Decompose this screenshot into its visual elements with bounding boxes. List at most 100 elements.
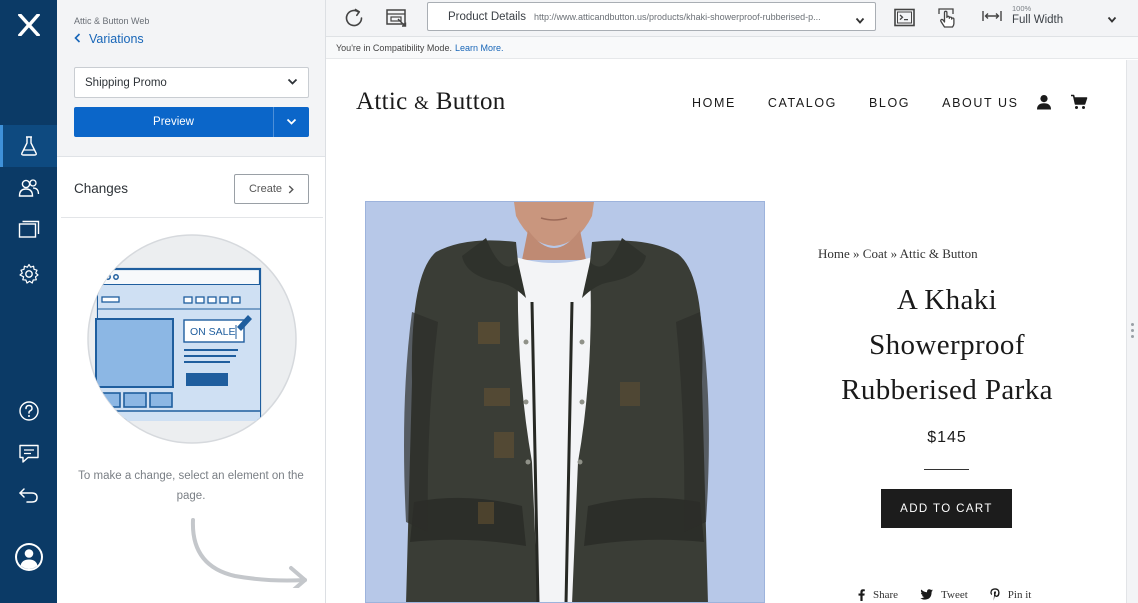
- preview-button[interactable]: Preview: [74, 107, 273, 137]
- cart-icon[interactable]: [1070, 94, 1088, 115]
- create-change-button[interactable]: Create: [234, 174, 309, 204]
- site-preview: Attic & Button HOME CATALOG BLOG ABOUT U…: [326, 60, 1126, 603]
- share-label: Pin it: [1007, 588, 1032, 601]
- rail-item-experiments[interactable]: [0, 125, 57, 167]
- logo-x-icon: [17, 14, 40, 36]
- edit-page-illustration: ON SALE: [87, 234, 297, 444]
- rail-item-settings[interactable]: [0, 253, 57, 295]
- breadcrumb-separator: »: [890, 246, 898, 261]
- product-price[interactable]: $145: [788, 429, 1106, 447]
- variation-select[interactable]: Shipping Promo: [74, 67, 309, 98]
- brand-ampersand: &: [414, 93, 430, 114]
- back-to-variations-link[interactable]: Variations: [74, 32, 144, 46]
- feedback-icon: [18, 444, 39, 463]
- help-icon: [18, 401, 39, 421]
- changes-heading: Changes: [74, 181, 129, 196]
- social-share: Share Tweet Pin it: [858, 588, 1031, 601]
- nav-home[interactable]: HOME: [692, 96, 736, 110]
- panel-header: Attic & Button Web Variations Shipping P…: [57, 0, 325, 157]
- page-url-selector[interactable]: Product Details http://www.atticandbutto…: [427, 2, 876, 31]
- site-logo[interactable]: Attic & Button: [356, 88, 506, 116]
- preview-toolbar: Product Details http://www.atticandbutto…: [326, 0, 1138, 37]
- viewport-width-selector[interactable]: 100% Full Width: [982, 3, 1132, 31]
- page-name: Product Details: [448, 10, 526, 23]
- brand-word-2: Button: [435, 88, 506, 115]
- gear-icon: [18, 263, 39, 284]
- browse-mode-icon: [386, 9, 407, 27]
- rail-item-pages[interactable]: [0, 209, 57, 251]
- product-title-line: A Khaki: [896, 284, 998, 316]
- breadcrumb-brand[interactable]: Attic & Button: [900, 246, 978, 261]
- drag-handle-icon: [1131, 323, 1134, 341]
- pointer-hand-icon: [938, 8, 955, 28]
- flask-icon: [20, 136, 37, 156]
- illustration-badge-text: ON SALE: [190, 326, 236, 338]
- width-arrows-icon: [982, 11, 1002, 21]
- chevron-down-icon: [855, 12, 865, 30]
- product-breadcrumb: Home » Coat » Attic & Button: [818, 246, 978, 262]
- breadcrumb-separator: »: [853, 246, 860, 261]
- breadcrumb-coat[interactable]: Coat: [863, 246, 888, 261]
- share-pinterest[interactable]: Pin it: [990, 588, 1032, 601]
- chevron-right-icon: [288, 184, 294, 194]
- product-image[interactable]: [365, 201, 765, 603]
- facebook-icon: [858, 588, 865, 601]
- users-icon: [18, 179, 39, 197]
- share-twitter[interactable]: Tweet: [920, 588, 968, 601]
- product-title[interactable]: A Khaki Showerproof Rubberised Parka: [788, 278, 1106, 413]
- rail-item-exit[interactable]: [0, 474, 57, 516]
- product-title-line: Rubberised Parka: [841, 374, 1053, 406]
- chevron-left-icon: [74, 33, 81, 45]
- nav-catalog[interactable]: CATALOG: [768, 96, 837, 110]
- create-button-label: Create: [248, 183, 283, 195]
- learn-more-link[interactable]: Learn More.: [455, 43, 504, 53]
- viewport-width-percent: 100%: [1012, 4, 1032, 13]
- twitter-icon: [920, 589, 933, 600]
- app-logo[interactable]: [0, 0, 57, 123]
- avatar-icon: [14, 543, 43, 571]
- compatibility-notice: You're in Compatibility Mode. Learn More…: [326, 37, 1138, 59]
- preview-options-button[interactable]: [273, 107, 309, 137]
- breadcrumb-home[interactable]: Home: [818, 246, 850, 261]
- interactive-mode-button[interactable]: [932, 4, 962, 32]
- brand-word-1: Attic: [356, 88, 408, 115]
- code-editor-button[interactable]: [890, 4, 920, 32]
- viewport-width-label: Full Width: [1012, 14, 1064, 26]
- account-icon[interactable]: [1036, 94, 1052, 115]
- share-facebook[interactable]: Share: [858, 588, 898, 601]
- pages-icon: [18, 220, 39, 238]
- arrow-right-icon: [190, 518, 307, 588]
- pinterest-icon: [990, 588, 1000, 601]
- return-icon: [18, 488, 38, 503]
- share-label: Share: [873, 588, 899, 601]
- editor-panel: Attic & Button Web Variations Shipping P…: [57, 0, 326, 603]
- back-link-label: Variations: [89, 32, 144, 46]
- reload-button[interactable]: [339, 4, 369, 32]
- variation-select-value: Shipping Promo: [85, 76, 167, 89]
- chevron-down-icon: [1107, 11, 1117, 29]
- compatibility-message: You're in Compatibility Mode.: [336, 42, 452, 53]
- preview-resize-handle[interactable]: [1126, 60, 1138, 603]
- panel-divider: [61, 217, 323, 218]
- rail-item-audiences[interactable]: [0, 167, 57, 209]
- page-url: http://www.atticandbutton.us/products/kh…: [533, 11, 821, 22]
- nav-about-us[interactable]: ABOUT US: [942, 96, 1018, 110]
- product-title-line: Showerproof: [869, 329, 1025, 361]
- site-nav: HOME CATALOG BLOG ABOUT US: [692, 96, 1019, 110]
- nav-blog[interactable]: BLOG: [869, 96, 910, 110]
- rail-item-feedback[interactable]: [0, 433, 57, 475]
- select-element-hint: To make a change, select an element on t…: [78, 470, 304, 502]
- price-divider: [924, 469, 969, 470]
- browse-mode-button[interactable]: [382, 4, 412, 32]
- chevron-down-icon: [287, 77, 298, 89]
- rail-item-help[interactable]: [0, 390, 57, 432]
- share-label: Tweet: [941, 588, 968, 601]
- app-nav-rail: [0, 0, 57, 603]
- terminal-icon: [894, 8, 915, 27]
- parka-model-image: [404, 202, 709, 602]
- project-name: Attic & Button Web: [74, 16, 150, 26]
- user-avatar[interactable]: [0, 536, 57, 578]
- refresh-icon: [345, 8, 363, 27]
- chevron-down-icon: [286, 118, 297, 125]
- add-to-cart-button[interactable]: ADD TO CART: [881, 489, 1012, 528]
